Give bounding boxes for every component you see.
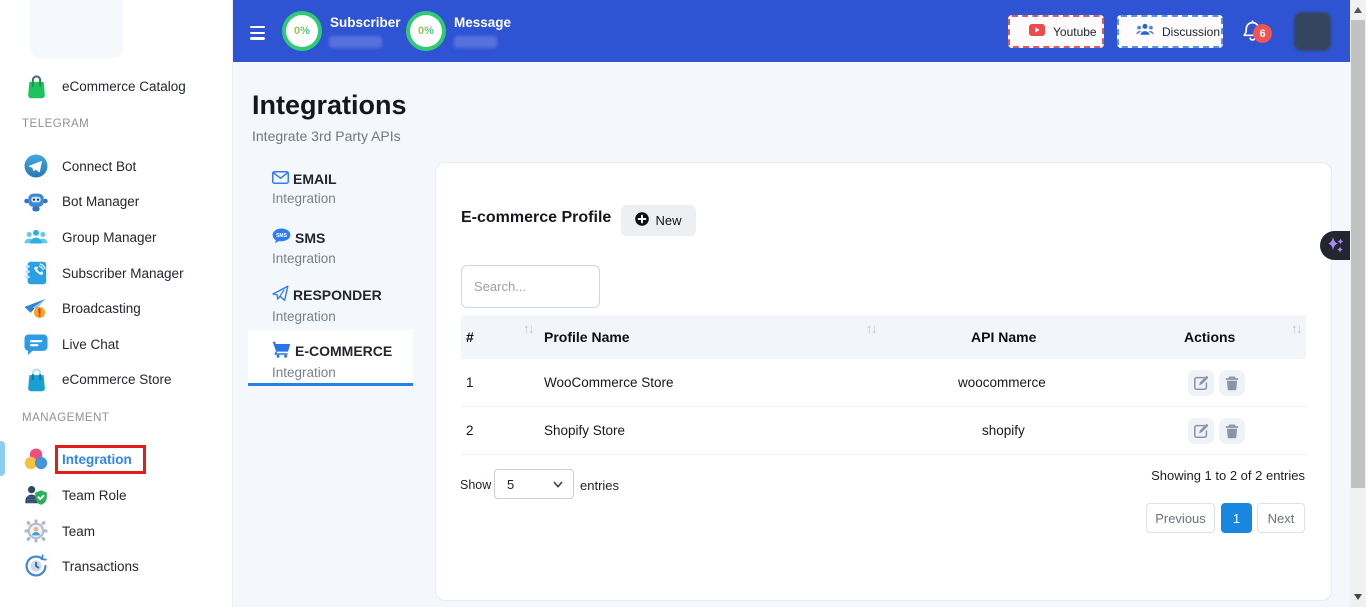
svg-text:SMS: SMS (276, 233, 288, 239)
